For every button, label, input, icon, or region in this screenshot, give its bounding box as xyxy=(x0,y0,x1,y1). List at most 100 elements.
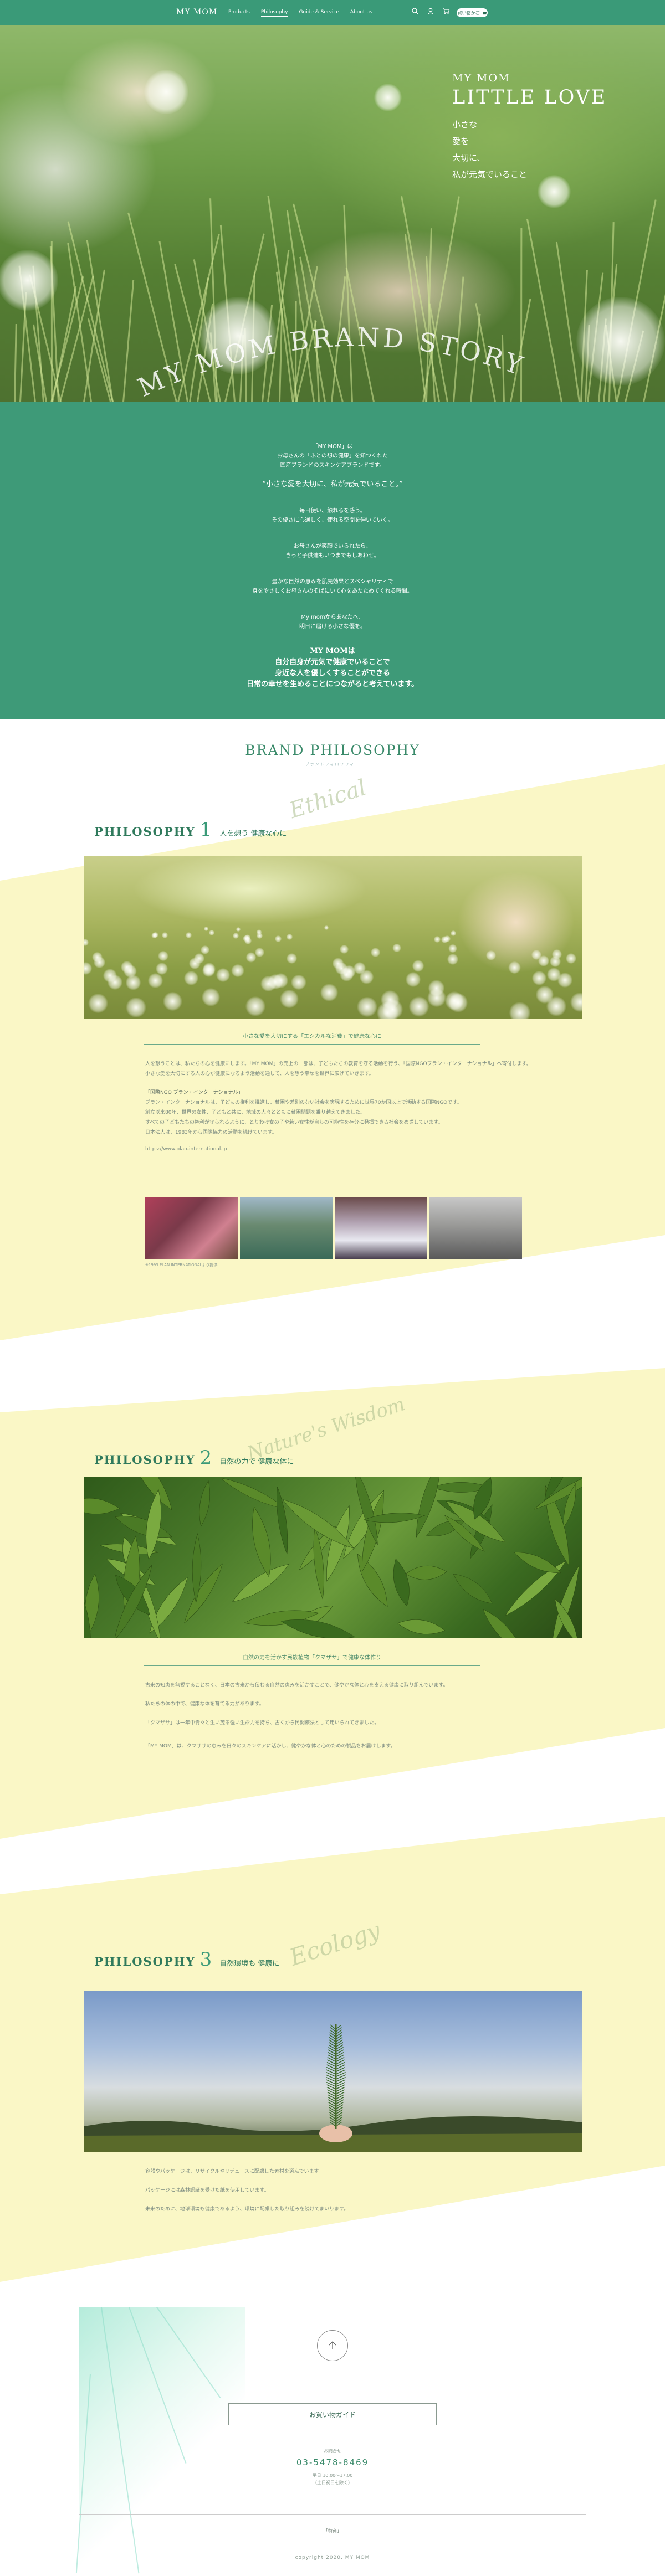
basket-icon xyxy=(482,10,487,16)
story-intro: 「MY MOM」は お母さんの「ふとの想の健康」を知つくれた 国産ブランドのスキ… xyxy=(0,442,665,470)
philosophy-2-caption: 自然の力を活かす民族植物「クマザサ」で健康な体作り xyxy=(144,1653,480,1666)
search-icon[interactable] xyxy=(411,7,419,15)
dandelion-puff xyxy=(88,993,108,1013)
story-group-3: お母さんが笑顔でいられたら、 きっと子供達もいつまでもしあわせ。 xyxy=(0,542,665,561)
copyright: copyright 2020. MY MOM xyxy=(295,2555,370,2560)
sprout-needle xyxy=(335,2074,346,2080)
dandelion-puff xyxy=(324,925,329,930)
dandelion-puff xyxy=(162,932,168,938)
back-to-top-button[interactable] xyxy=(317,2330,348,2361)
shopping-guide-button[interactable]: お買い物ガイド xyxy=(228,2403,437,2425)
thumb-students-photo xyxy=(335,1197,427,1259)
thumb-girls-photo xyxy=(145,1197,238,1259)
sprout-needle xyxy=(326,2081,336,2087)
dandelion-puff xyxy=(84,939,89,947)
sprout-needle xyxy=(335,2061,345,2068)
bamboo-leaf xyxy=(482,1608,523,1638)
philosophy-heading: BRAND PHILOSOPHY ブランドフィロソフィー xyxy=(0,742,665,767)
cart-icon[interactable] xyxy=(442,7,450,15)
philosophy-label: PHILOSOPHY xyxy=(94,1955,196,1968)
dandelion-puff xyxy=(183,970,198,986)
sprout-needle xyxy=(335,2064,345,2070)
dandelion-puff xyxy=(291,974,307,990)
dandelion-puff xyxy=(280,989,299,1009)
hero-arc-title: MY MOM BRAND STORY xyxy=(133,322,526,402)
dandelion-puff xyxy=(125,975,141,991)
sprout-needle xyxy=(335,2099,344,2105)
sprout-needle xyxy=(335,2059,345,2065)
sprout-needle xyxy=(335,2089,345,2095)
contact-phone[interactable]: 03-5478-8469 xyxy=(0,2457,665,2467)
dandelion-puff xyxy=(152,932,158,938)
sprout-needle xyxy=(335,2049,344,2055)
story-group-5: My momからあなたへ、 明日に届ける小さな優を。 xyxy=(0,613,665,631)
story-text: 毎日使い、触れるを感う。 xyxy=(299,508,366,514)
philosophy-title: BRAND PHILOSOPHY xyxy=(245,742,420,758)
body-paragraph: すべての子どもたちの権利が守られるように、とりわけ女の子や若い女性が自らの可能性… xyxy=(145,1120,443,1125)
account-icon[interactable] xyxy=(427,7,434,15)
dandelion-puff xyxy=(260,975,277,991)
plan-link[interactable]: https://www.plan-international.jp xyxy=(145,1144,566,1154)
sprout-needle xyxy=(326,2076,336,2083)
sprout-needle xyxy=(327,2059,336,2065)
body-paragraph: 「クマザサ」は一年中青々と生い茂る強い生命力を持ち、古くから民間療法として用いら… xyxy=(145,1720,380,1726)
dandelion-puff xyxy=(320,984,338,1001)
body-paragraph: 容器やパッケージは、リサイクルやリデュースに配慮した素材を選んでいます。 xyxy=(145,2169,324,2174)
sprout-needle xyxy=(328,2101,336,2107)
philosophy-subtitle-3: 自然環境も 健康に xyxy=(219,1960,280,1968)
dandelion-puff xyxy=(236,927,241,932)
sprout-needle xyxy=(326,2066,336,2073)
nav-products[interactable]: Products xyxy=(228,9,250,17)
nav-about-us[interactable]: About us xyxy=(350,9,372,17)
body-paragraph: 日本法人は、1983年から国際協力の活動を続けています。 xyxy=(145,1130,278,1135)
sprout-needle xyxy=(329,2039,336,2045)
sprout-needle xyxy=(335,2084,345,2090)
sprout-needle xyxy=(326,2086,336,2092)
dandelion-puff xyxy=(447,954,458,965)
sprout-needle xyxy=(329,2119,336,2125)
story-text: 豊かな自然の恵みを肌先効果とスペシャリティで xyxy=(272,579,393,585)
nav-guide-service[interactable]: Guide & Service xyxy=(299,9,339,17)
hours-line: （土日祝日を除く） xyxy=(313,2480,352,2485)
dandelion-puff xyxy=(216,968,230,983)
thumb-outdoor-photo xyxy=(240,1197,332,1259)
contact-label: お問合せ xyxy=(324,2449,341,2454)
story-text: 「MY MOM」は xyxy=(312,444,353,450)
body-paragraph: 人を想うことは、私たちの心を健康にします。「MY MOM」の売上の一部は、子ども… xyxy=(145,1061,531,1067)
brand-story: 「MY MOM」は お母さんの「ふとの想の健康」を知つくれた 国産ブランドのスキ… xyxy=(0,402,665,719)
nav-philosophy[interactable]: Philosophy xyxy=(260,9,288,17)
dandelion-puff xyxy=(538,955,550,967)
sprout-needle xyxy=(335,2111,343,2117)
sprout-needle xyxy=(335,2051,344,2058)
dandelion-puff xyxy=(451,930,457,936)
dandelion-puff xyxy=(244,934,251,941)
philosophy-label: PHILOSOPHY xyxy=(94,825,196,839)
story-text: 国産ブランドのスキンケアブランドです。 xyxy=(280,462,385,469)
bamboo-leaf xyxy=(232,1564,289,1602)
sprout-needle xyxy=(329,2111,336,2117)
basket-button[interactable]: 買い物かご xyxy=(457,8,488,17)
dandelion-puff xyxy=(570,993,582,1012)
dandelion-puff xyxy=(448,993,468,1013)
dandelion-puff xyxy=(392,944,401,953)
philosophy-2-title: PHILOSOPHY 2 自然の力で 健康な体に xyxy=(94,1447,294,1469)
sprout-needle xyxy=(329,2116,336,2122)
main-nav: Products Philosophy Guide & Service Abou… xyxy=(228,9,372,17)
dandelion-puff xyxy=(406,972,421,988)
bamboo-leaf xyxy=(252,1506,271,1577)
story-closing-line: 身近な人を優しくすることができる xyxy=(275,669,390,677)
philosophy-label: PHILOSOPHY xyxy=(94,1453,196,1467)
sprout-needle xyxy=(328,2106,336,2112)
sprout-needle xyxy=(335,2094,345,2100)
philosophy-subtitle-1: 人を想う 健康な心に xyxy=(219,830,287,838)
dandelion-puff xyxy=(486,950,497,960)
sprout-needle xyxy=(326,2064,336,2070)
photo-bamboo-leaves xyxy=(84,1477,582,1638)
site-header: MY MOM Products Philosophy Guide & Servi… xyxy=(0,0,665,25)
footer-link-legal[interactable]: 「特商」 xyxy=(0,2528,665,2534)
story-text: きっと子供達もいつまでもしあわせ。 xyxy=(285,553,380,559)
dandelion-puff xyxy=(194,953,205,964)
site-logo[interactable]: MY MOM xyxy=(176,8,217,17)
footer-decoration xyxy=(75,2306,245,2576)
bamboo-leaf xyxy=(84,1498,120,1514)
